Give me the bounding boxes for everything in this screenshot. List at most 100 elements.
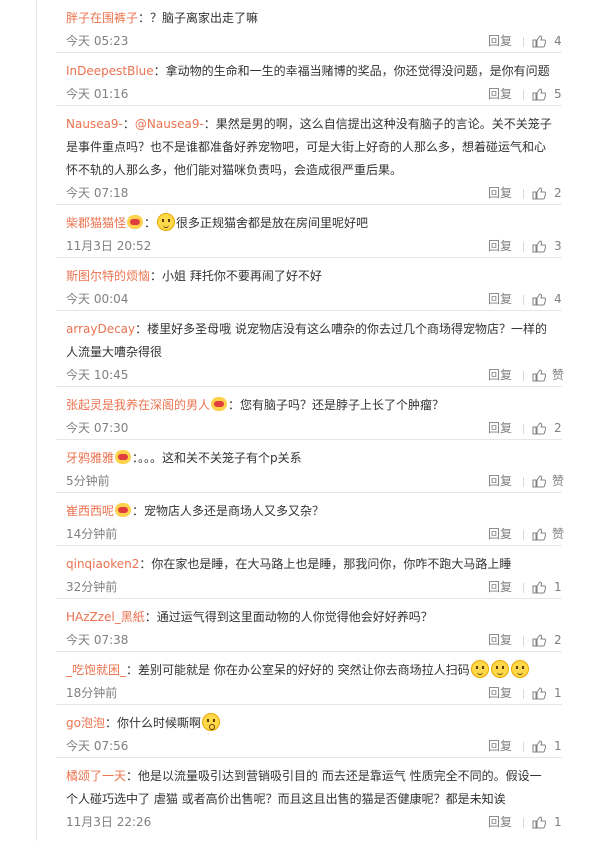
divider — [523, 242, 524, 252]
comment-meta: 今天 07:38 回复 2 — [56, 629, 562, 652]
reply-button[interactable]: 回复 — [488, 735, 512, 758]
comment-time: 今天 01:16 — [66, 87, 129, 101]
reply-button[interactable]: 回复 — [488, 417, 512, 440]
like-count: 2 — [554, 633, 562, 647]
thumbs-up-icon — [532, 240, 546, 253]
divider — [523, 295, 524, 305]
comment-list: 胖子在围裤子：？脑子离家出走了嘛 今天 05:23 回复 4 InDeepest… — [56, 0, 564, 834]
reply-button[interactable]: 回复 — [488, 523, 512, 546]
like-count: 1 — [554, 686, 562, 700]
vip-badge-icon — [115, 450, 132, 464]
thumbs-up-icon — [532, 369, 546, 382]
comment-time: 今天 07:30 — [66, 421, 129, 435]
comment-text: ：通过运气得到这里面动物的人你觉得他会好好养吗？ — [144, 610, 433, 624]
reply-button[interactable]: 回复 — [488, 182, 512, 205]
comment-time: 今天 07:18 — [66, 186, 129, 200]
comment-time: 11月3日 20:52 — [66, 239, 152, 253]
comment-username[interactable]: Nausea9- — [66, 117, 123, 131]
divider — [523, 689, 524, 699]
comment-item: 崔西西呢 ：宠物店人多还是商场人又多又杂？ 14分钟前 回复 赞 — [56, 493, 564, 546]
left-divider — [36, 0, 37, 841]
divider — [523, 477, 524, 487]
reply-button[interactable]: 回复 — [488, 235, 512, 258]
comment-text: ：？脑子离家出走了嘛 — [138, 11, 259, 25]
divider — [523, 424, 524, 434]
reply-button[interactable]: 回复 — [488, 83, 512, 106]
comment-username[interactable]: InDeepestBlue — [66, 64, 154, 78]
comment-text: ：小姐 拜托你不要再闹了好不好 — [150, 269, 322, 283]
like-count: 1 — [554, 815, 562, 829]
vip-badge-icon — [115, 503, 132, 517]
comment-text: ：差别可能就是 你在办公室呆的好好的 突然让你去商场拉人扫码 — [126, 663, 470, 677]
vip-badge-icon — [211, 397, 228, 411]
smiley-emoji-icon — [490, 660, 509, 678]
comment-username[interactable]: qinqiaoken2 — [66, 557, 139, 571]
comment-time: 今天 07:56 — [66, 739, 129, 753]
comment-text: 很多正规猫舍都是放在房间里呢好吧 — [176, 216, 369, 230]
comment-username[interactable]: 柴郡猫猫怪 — [66, 216, 126, 230]
like-count: 2 — [554, 421, 562, 435]
thumbs-up-icon — [532, 187, 546, 200]
comment-time: 今天 05:23 — [66, 34, 129, 48]
comment-username[interactable]: go泡泡 — [66, 716, 105, 730]
comment-time: 今天 10:45 — [66, 368, 129, 382]
comment-meta: 5分钟前 回复 赞 — [56, 470, 564, 493]
comment-meta: 今天 10:45 回复 赞 — [56, 364, 564, 387]
comment-time: 今天 07:38 — [66, 633, 129, 647]
comment-username[interactable]: HAzZzel_黑紙 — [66, 610, 145, 624]
comment-item: qinqiaoken2：你在家也是睡，在大马路上也是睡，那我问你，你咋不跑大马路… — [56, 546, 562, 599]
divider — [523, 818, 524, 828]
comment-item: _吃饱就困_：差别可能就是 你在办公室呆的好好的 突然让你去商场拉人扫码 18分… — [56, 652, 562, 705]
reply-button[interactable]: 回复 — [488, 811, 512, 834]
comment-item: 张起灵是我养在深阁的男人 ：您有脑子吗？还是脖子上长了个肿瘤？ 今天 07:30 … — [56, 387, 562, 440]
reply-button[interactable]: 回复 — [488, 682, 512, 705]
comment-username[interactable]: 胖子在围裤子 — [66, 11, 138, 25]
comment-username[interactable]: _吃饱就困_ — [66, 663, 126, 677]
divider — [523, 37, 524, 47]
divider — [523, 189, 524, 199]
reply-button[interactable]: 回复 — [488, 576, 512, 599]
like-count: 1 — [554, 580, 562, 594]
comment-meta: 32分钟前 回复 1 — [56, 576, 562, 599]
like-count: 4 — [554, 292, 562, 306]
like-count: 2 — [554, 186, 562, 200]
reply-button[interactable]: 回复 — [488, 30, 512, 53]
like-count: 1 — [554, 739, 562, 753]
comment-time: 32分钟前 — [66, 580, 118, 594]
thumbs-up-icon — [532, 740, 546, 753]
comment-item: Nausea9-：@Nausea9-：果然是男的啊，这么自信提出这种没有脑子的言… — [56, 106, 562, 205]
smiley-emoji-icon — [470, 660, 489, 678]
reply-button[interactable]: 回复 — [488, 364, 512, 387]
thumbs-up-icon — [532, 634, 546, 647]
comment-text: ：。。。这和关不关笼子有个p关系 — [132, 451, 302, 465]
thumbs-up-icon — [532, 422, 546, 435]
divider — [523, 742, 524, 752]
comment-mention[interactable]: @Nausea9- — [135, 117, 204, 131]
comment-text: ：你什么时候嘶啊 — [104, 716, 201, 730]
like-count: 4 — [554, 34, 562, 48]
comment-username[interactable]: 牙鸦雅雅 — [66, 451, 114, 465]
comment-username[interactable]: 斯图尔特的烦恼 — [66, 269, 150, 283]
page: 胖子在围裤子：？脑子离家出走了嘛 今天 05:23 回复 4 InDeepest… — [0, 0, 595, 841]
comment-time: 11月3日 22:26 — [66, 815, 152, 829]
reply-button[interactable]: 回复 — [488, 288, 512, 311]
thumbs-up-icon — [532, 293, 546, 306]
reply-button[interactable]: 回复 — [488, 470, 512, 493]
reply-button[interactable]: 回复 — [488, 629, 512, 652]
comment-text: ：你在家也是睡，在大马路上也是睡，那我问你，你咋不跑大马路上睡 — [139, 557, 512, 571]
comment-meta: 14分钟前 回复 赞 — [56, 523, 564, 546]
comment-username[interactable]: 橘颂了一天 — [66, 769, 126, 783]
like-count: 5 — [554, 87, 562, 101]
comment-item: InDeepestBlue：拿动物的生命和一生的幸福当赌博的奖品，你还觉得没问题… — [56, 53, 562, 106]
thumbs-up-icon — [532, 475, 546, 488]
thumbs-up-icon — [532, 528, 546, 541]
comment-username[interactable]: 崔西西呢 — [66, 504, 114, 518]
comment-text: ：拿动物的生命和一生的幸福当赌博的奖品，你还觉得没问题，是你有问题 — [153, 64, 550, 78]
comment-text: ：宠物店人多还是商场人又多又杂？ — [132, 504, 325, 518]
comment-time: 14分钟前 — [66, 527, 118, 541]
divider — [523, 583, 524, 593]
comment-item: go泡泡：你什么时候嘶啊 今天 07:56 回复 1 — [56, 705, 562, 758]
thumbs-up-icon — [532, 687, 546, 700]
comment-username[interactable]: 张起灵是我养在深阁的男人 — [66, 398, 210, 412]
comment-username[interactable]: arrayDecay — [66, 322, 135, 336]
